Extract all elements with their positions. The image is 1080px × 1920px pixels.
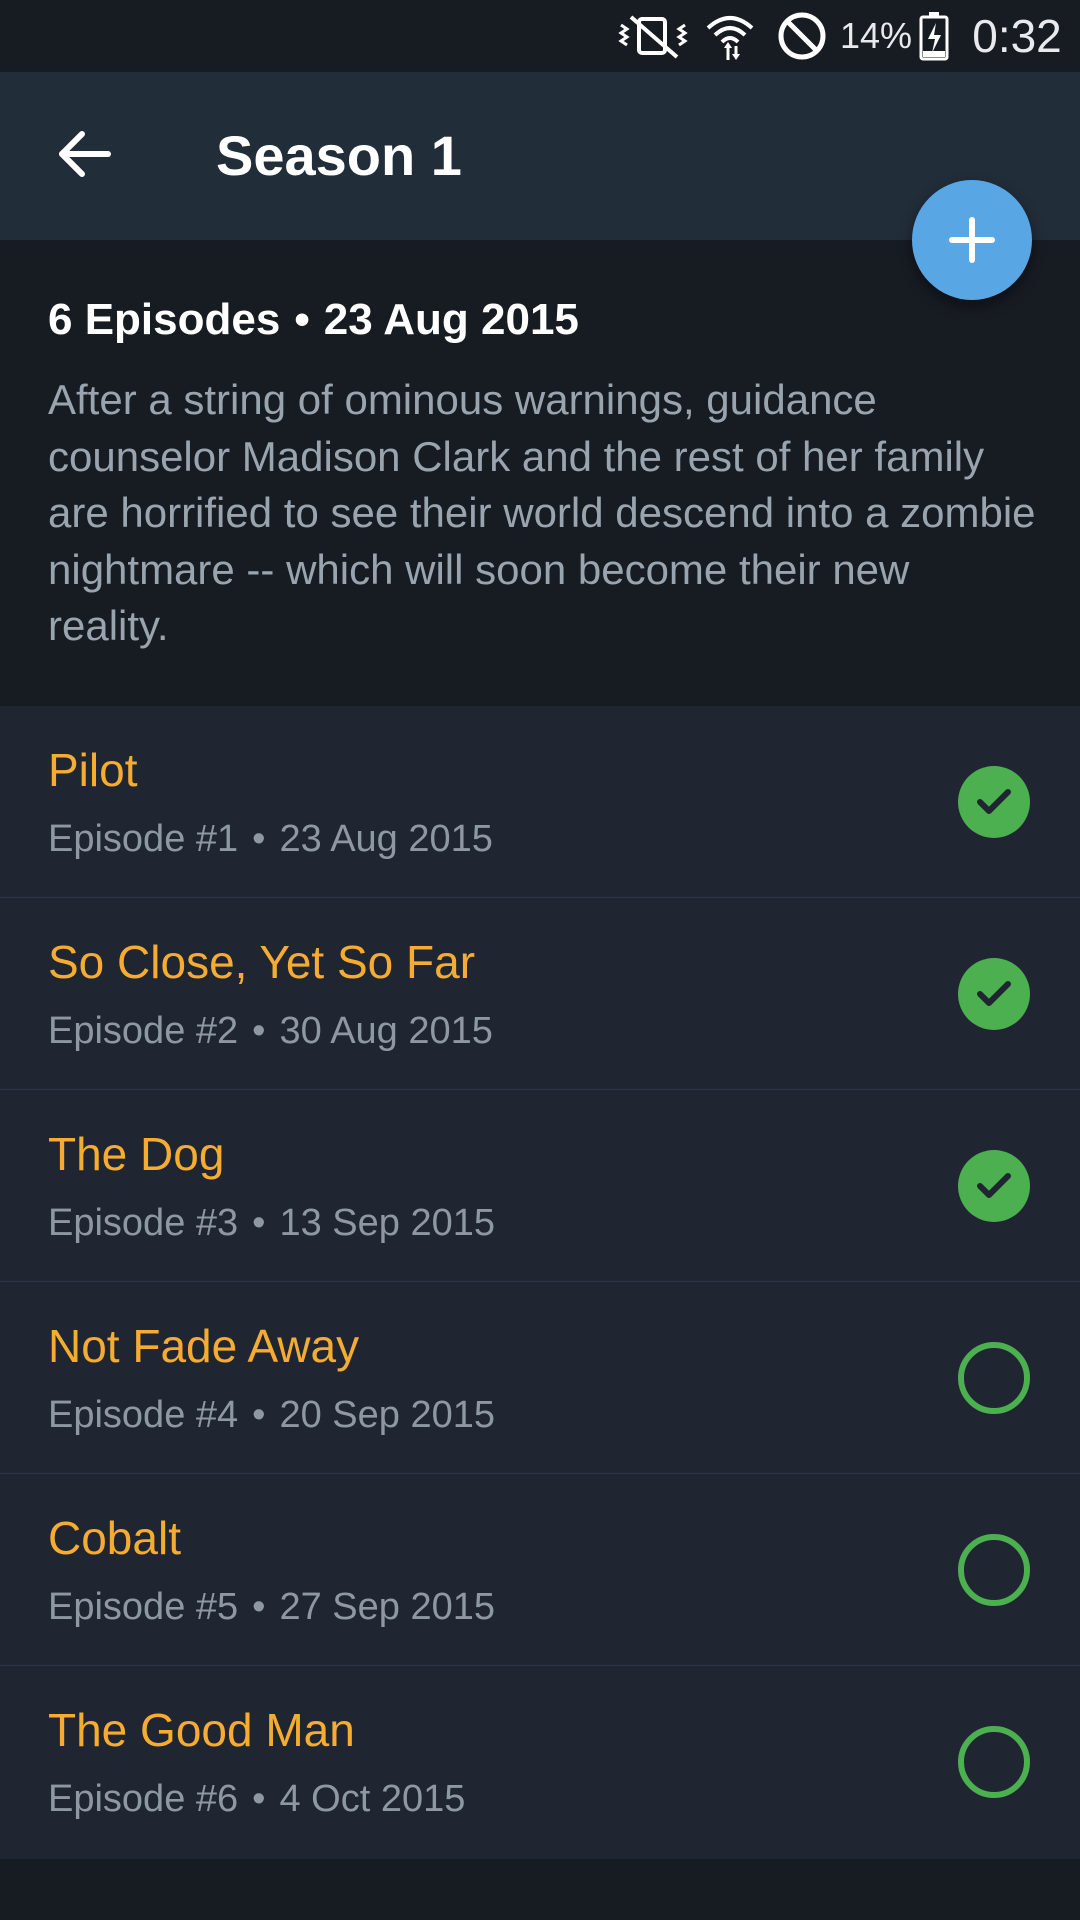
vibrate-icon	[616, 0, 690, 72]
season-header: 6 Episodes • 23 Aug 2015 After a string of…	[0, 240, 1080, 706]
episode-list: Pilot Episode #1 • 23 Aug 2015 So Close, Y…	[0, 706, 1080, 1859]
check-icon	[977, 789, 1011, 814]
episode-subtitle: Episode #1 • 23 Aug 2015	[48, 816, 493, 862]
episode-title: Pilot	[48, 744, 138, 796]
episode-subtitle: Episode #3 • 13 Sep 2015	[48, 1200, 495, 1246]
episode-row[interactable]: The Good Man Episode #6 • 4 Oct 2015	[0, 1666, 1080, 1859]
episode-date: 23 Aug 2015	[279, 818, 493, 860]
separator: •	[252, 1202, 266, 1244]
episode-date: 27 Sep 2015	[279, 1586, 495, 1628]
separator: •	[252, 818, 266, 860]
check-icon	[977, 1173, 1011, 1198]
arrow-left-icon	[59, 131, 111, 177]
episode-row[interactable]: Cobalt Episode #5 • 27 Sep 2015	[0, 1474, 1080, 1666]
watched-toggle[interactable]	[958, 958, 1030, 1030]
watched-toggle[interactable]	[958, 766, 1030, 838]
episode-date: 30 Aug 2015	[279, 1010, 493, 1052]
unwatched-toggle[interactable]	[958, 1726, 1030, 1798]
wifi-icon	[703, 0, 757, 72]
separator: •	[294, 295, 310, 344]
watched-toggle[interactable]	[958, 1150, 1030, 1222]
add-button[interactable]	[912, 180, 1032, 300]
battery-percent: 14%	[839, 15, 913, 56]
screen: 14% 0:32 Season 1 6 Episodes • 23 Aug 20…	[0, 0, 1080, 1920]
episode-number: Episode #4	[48, 1394, 239, 1436]
episode-date: 13 Sep 2015	[279, 1202, 495, 1244]
clock: 0:32	[972, 10, 1062, 62]
season-meta: 6 Episodes • 23 Aug 2015	[48, 292, 579, 348]
episode-number: Episode #2	[48, 1010, 239, 1052]
season-overview: After a string of ominous warnings, guid…	[48, 376, 1036, 649]
episode-number: Episode #6	[48, 1778, 239, 1820]
episode-date: 4 Oct 2015	[279, 1778, 466, 1820]
separator: •	[252, 1778, 266, 1820]
bottom-spacer	[0, 1859, 1080, 1920]
do-not-disturb-icon	[773, 0, 831, 72]
episode-number: Episode #1	[48, 818, 239, 860]
episode-row[interactable]: Not Fade Away Episode #4 • 20 Sep 2015	[0, 1282, 1080, 1474]
episode-date: 20 Sep 2015	[279, 1394, 495, 1436]
episode-row[interactable]: Pilot Episode #1 • 23 Aug 2015	[0, 706, 1080, 898]
episode-row[interactable]: So Close, Yet So Far Episode #2 • 30 Aug 2…	[0, 898, 1080, 1090]
unwatched-toggle[interactable]	[958, 1342, 1030, 1414]
season-air-date: 23 Aug 2015	[323, 295, 579, 344]
episode-title: Not Fade Away	[48, 1320, 360, 1372]
check-icon	[977, 981, 1011, 1006]
episode-title: The Dog	[48, 1128, 225, 1180]
episode-number: Episode #5	[48, 1586, 239, 1628]
episode-title: So Close, Yet So Far	[48, 936, 476, 988]
separator: •	[252, 1010, 266, 1052]
separator: •	[252, 1586, 266, 1628]
status-bar: 14% 0:32	[0, 0, 1080, 72]
episode-subtitle: Episode #6 • 4 Oct 2015	[48, 1776, 465, 1822]
episode-number: Episode #3	[48, 1202, 239, 1244]
battery-charging-icon	[916, 0, 952, 72]
plus-icon	[949, 217, 995, 263]
episode-title: Cobalt	[48, 1512, 181, 1564]
episode-row[interactable]: The Dog Episode #3 • 13 Sep 2015	[0, 1090, 1080, 1282]
separator: •	[252, 1394, 266, 1436]
back-button[interactable]	[48, 118, 120, 190]
episode-title: The Good Man	[48, 1704, 355, 1756]
episode-count: 6 Episodes	[48, 295, 281, 344]
episode-subtitle: Episode #5 • 27 Sep 2015	[48, 1584, 495, 1630]
episode-subtitle: Episode #2 • 30 Aug 2015	[48, 1008, 493, 1054]
unwatched-toggle[interactable]	[958, 1534, 1030, 1606]
page-title: Season 1	[216, 124, 462, 187]
episode-subtitle: Episode #4 • 20 Sep 2015	[48, 1392, 495, 1438]
